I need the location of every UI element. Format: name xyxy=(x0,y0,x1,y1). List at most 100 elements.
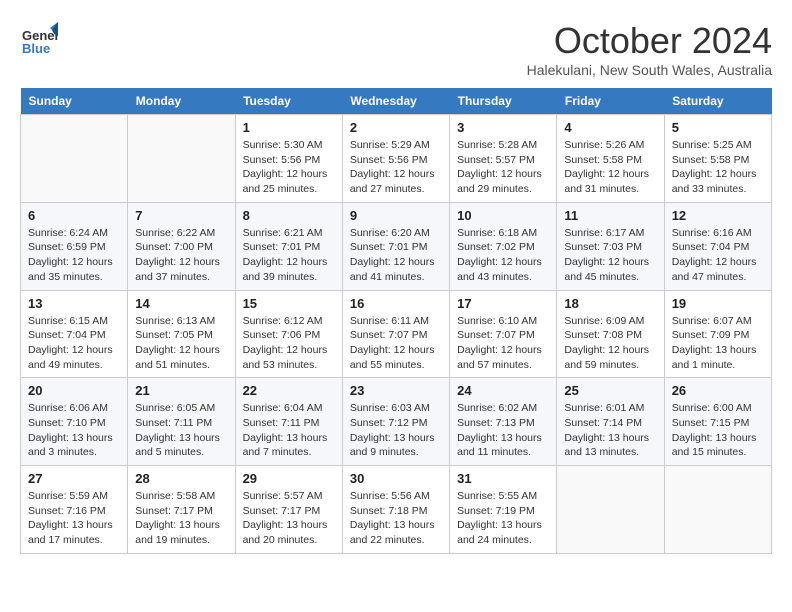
calendar-cell: 12 Sunrise: 6:16 AMSunset: 7:04 PMDaylig… xyxy=(664,202,771,290)
calendar-cell: 23 Sunrise: 6:03 AMSunset: 7:12 PMDaylig… xyxy=(342,378,449,466)
calendar-cell: 11 Sunrise: 6:17 AMSunset: 7:03 PMDaylig… xyxy=(557,202,664,290)
day-number: 7 xyxy=(135,208,227,223)
calendar-cell: 14 Sunrise: 6:13 AMSunset: 7:05 PMDaylig… xyxy=(128,290,235,378)
day-info: Sunrise: 6:03 AMSunset: 7:12 PMDaylight:… xyxy=(350,401,442,460)
day-number: 24 xyxy=(457,383,549,398)
svg-text:Blue: Blue xyxy=(22,41,50,56)
day-header-tuesday: Tuesday xyxy=(235,88,342,115)
day-info: Sunrise: 6:00 AMSunset: 7:15 PMDaylight:… xyxy=(672,401,764,460)
calendar-cell: 3 Sunrise: 5:28 AMSunset: 5:57 PMDayligh… xyxy=(450,115,557,203)
calendar-cell: 27 Sunrise: 5:59 AMSunset: 7:16 PMDaylig… xyxy=(21,466,128,554)
day-number: 3 xyxy=(457,120,549,135)
calendar-cell: 28 Sunrise: 5:58 AMSunset: 7:17 PMDaylig… xyxy=(128,466,235,554)
calendar-cell: 25 Sunrise: 6:01 AMSunset: 7:14 PMDaylig… xyxy=(557,378,664,466)
day-number: 13 xyxy=(28,296,120,311)
day-info: Sunrise: 6:15 AMSunset: 7:04 PMDaylight:… xyxy=(28,314,120,373)
day-info: Sunrise: 6:18 AMSunset: 7:02 PMDaylight:… xyxy=(457,226,549,285)
day-info: Sunrise: 6:10 AMSunset: 7:07 PMDaylight:… xyxy=(457,314,549,373)
calendar-cell: 1 Sunrise: 5:30 AMSunset: 5:56 PMDayligh… xyxy=(235,115,342,203)
logo-icon: General Blue xyxy=(20,20,58,63)
day-info: Sunrise: 6:21 AMSunset: 7:01 PMDaylight:… xyxy=(243,226,335,285)
calendar-cell: 24 Sunrise: 6:02 AMSunset: 7:13 PMDaylig… xyxy=(450,378,557,466)
calendar-cell: 4 Sunrise: 5:26 AMSunset: 5:58 PMDayligh… xyxy=(557,115,664,203)
calendar-cell: 2 Sunrise: 5:29 AMSunset: 5:56 PMDayligh… xyxy=(342,115,449,203)
month-title: October 2024 xyxy=(527,20,772,62)
day-info: Sunrise: 6:16 AMSunset: 7:04 PMDaylight:… xyxy=(672,226,764,285)
day-info: Sunrise: 5:25 AMSunset: 5:58 PMDaylight:… xyxy=(672,138,764,197)
calendar-cell: 16 Sunrise: 6:11 AMSunset: 7:07 PMDaylig… xyxy=(342,290,449,378)
day-number: 16 xyxy=(350,296,442,311)
day-info: Sunrise: 5:56 AMSunset: 7:18 PMDaylight:… xyxy=(350,489,442,548)
day-info: Sunrise: 6:17 AMSunset: 7:03 PMDaylight:… xyxy=(564,226,656,285)
day-info: Sunrise: 6:02 AMSunset: 7:13 PMDaylight:… xyxy=(457,401,549,460)
day-number: 2 xyxy=(350,120,442,135)
calendar-cell: 10 Sunrise: 6:18 AMSunset: 7:02 PMDaylig… xyxy=(450,202,557,290)
day-number: 29 xyxy=(243,471,335,486)
day-number: 23 xyxy=(350,383,442,398)
day-number: 15 xyxy=(243,296,335,311)
calendar-cell: 9 Sunrise: 6:20 AMSunset: 7:01 PMDayligh… xyxy=(342,202,449,290)
calendar-cell: 5 Sunrise: 5:25 AMSunset: 5:58 PMDayligh… xyxy=(664,115,771,203)
day-header-monday: Monday xyxy=(128,88,235,115)
day-header-thursday: Thursday xyxy=(450,88,557,115)
calendar-cell xyxy=(664,466,771,554)
day-number: 11 xyxy=(564,208,656,223)
calendar-cell: 21 Sunrise: 6:05 AMSunset: 7:11 PMDaylig… xyxy=(128,378,235,466)
location-subtitle: Halekulani, New South Wales, Australia xyxy=(527,62,772,78)
day-number: 18 xyxy=(564,296,656,311)
calendar-cell xyxy=(557,466,664,554)
day-info: Sunrise: 6:22 AMSunset: 7:00 PMDaylight:… xyxy=(135,226,227,285)
calendar-cell xyxy=(128,115,235,203)
day-number: 1 xyxy=(243,120,335,135)
day-number: 27 xyxy=(28,471,120,486)
day-info: Sunrise: 6:12 AMSunset: 7:06 PMDaylight:… xyxy=(243,314,335,373)
day-number: 19 xyxy=(672,296,764,311)
day-number: 31 xyxy=(457,471,549,486)
day-info: Sunrise: 6:13 AMSunset: 7:05 PMDaylight:… xyxy=(135,314,227,373)
day-info: Sunrise: 6:06 AMSunset: 7:10 PMDaylight:… xyxy=(28,401,120,460)
calendar-cell: 22 Sunrise: 6:04 AMSunset: 7:11 PMDaylig… xyxy=(235,378,342,466)
page-header: General Blue October 2024 Halekulani, Ne… xyxy=(20,20,772,78)
calendar-cell: 20 Sunrise: 6:06 AMSunset: 7:10 PMDaylig… xyxy=(21,378,128,466)
calendar-cell: 26 Sunrise: 6:00 AMSunset: 7:15 PMDaylig… xyxy=(664,378,771,466)
day-info: Sunrise: 5:30 AMSunset: 5:56 PMDaylight:… xyxy=(243,138,335,197)
day-info: Sunrise: 6:09 AMSunset: 7:08 PMDaylight:… xyxy=(564,314,656,373)
calendar-cell: 6 Sunrise: 6:24 AMSunset: 6:59 PMDayligh… xyxy=(21,202,128,290)
day-info: Sunrise: 6:04 AMSunset: 7:11 PMDaylight:… xyxy=(243,401,335,460)
day-info: Sunrise: 6:11 AMSunset: 7:07 PMDaylight:… xyxy=(350,314,442,373)
calendar-cell: 19 Sunrise: 6:07 AMSunset: 7:09 PMDaylig… xyxy=(664,290,771,378)
calendar-cell: 17 Sunrise: 6:10 AMSunset: 7:07 PMDaylig… xyxy=(450,290,557,378)
calendar-cell: 29 Sunrise: 5:57 AMSunset: 7:17 PMDaylig… xyxy=(235,466,342,554)
day-info: Sunrise: 5:59 AMSunset: 7:16 PMDaylight:… xyxy=(28,489,120,548)
day-info: Sunrise: 6:07 AMSunset: 7:09 PMDaylight:… xyxy=(672,314,764,373)
calendar-cell: 7 Sunrise: 6:22 AMSunset: 7:00 PMDayligh… xyxy=(128,202,235,290)
day-info: Sunrise: 6:01 AMSunset: 7:14 PMDaylight:… xyxy=(564,401,656,460)
day-number: 22 xyxy=(243,383,335,398)
day-number: 20 xyxy=(28,383,120,398)
day-number: 9 xyxy=(350,208,442,223)
day-info: Sunrise: 6:24 AMSunset: 6:59 PMDaylight:… xyxy=(28,226,120,285)
day-info: Sunrise: 5:29 AMSunset: 5:56 PMDaylight:… xyxy=(350,138,442,197)
day-number: 21 xyxy=(135,383,227,398)
day-header-friday: Friday xyxy=(557,88,664,115)
calendar-cell: 18 Sunrise: 6:09 AMSunset: 7:08 PMDaylig… xyxy=(557,290,664,378)
day-info: Sunrise: 5:57 AMSunset: 7:17 PMDaylight:… xyxy=(243,489,335,548)
day-header-wednesday: Wednesday xyxy=(342,88,449,115)
day-number: 17 xyxy=(457,296,549,311)
day-number: 8 xyxy=(243,208,335,223)
day-number: 6 xyxy=(28,208,120,223)
day-info: Sunrise: 5:58 AMSunset: 7:17 PMDaylight:… xyxy=(135,489,227,548)
day-number: 26 xyxy=(672,383,764,398)
day-number: 10 xyxy=(457,208,549,223)
day-number: 30 xyxy=(350,471,442,486)
day-number: 5 xyxy=(672,120,764,135)
day-number: 25 xyxy=(564,383,656,398)
day-info: Sunrise: 5:26 AMSunset: 5:58 PMDaylight:… xyxy=(564,138,656,197)
calendar-cell: 13 Sunrise: 6:15 AMSunset: 7:04 PMDaylig… xyxy=(21,290,128,378)
calendar-cell: 31 Sunrise: 5:55 AMSunset: 7:19 PMDaylig… xyxy=(450,466,557,554)
title-block: October 2024 Halekulani, New South Wales… xyxy=(527,20,772,78)
day-header-sunday: Sunday xyxy=(21,88,128,115)
day-info: Sunrise: 6:05 AMSunset: 7:11 PMDaylight:… xyxy=(135,401,227,460)
day-number: 12 xyxy=(672,208,764,223)
day-info: Sunrise: 5:55 AMSunset: 7:19 PMDaylight:… xyxy=(457,489,549,548)
